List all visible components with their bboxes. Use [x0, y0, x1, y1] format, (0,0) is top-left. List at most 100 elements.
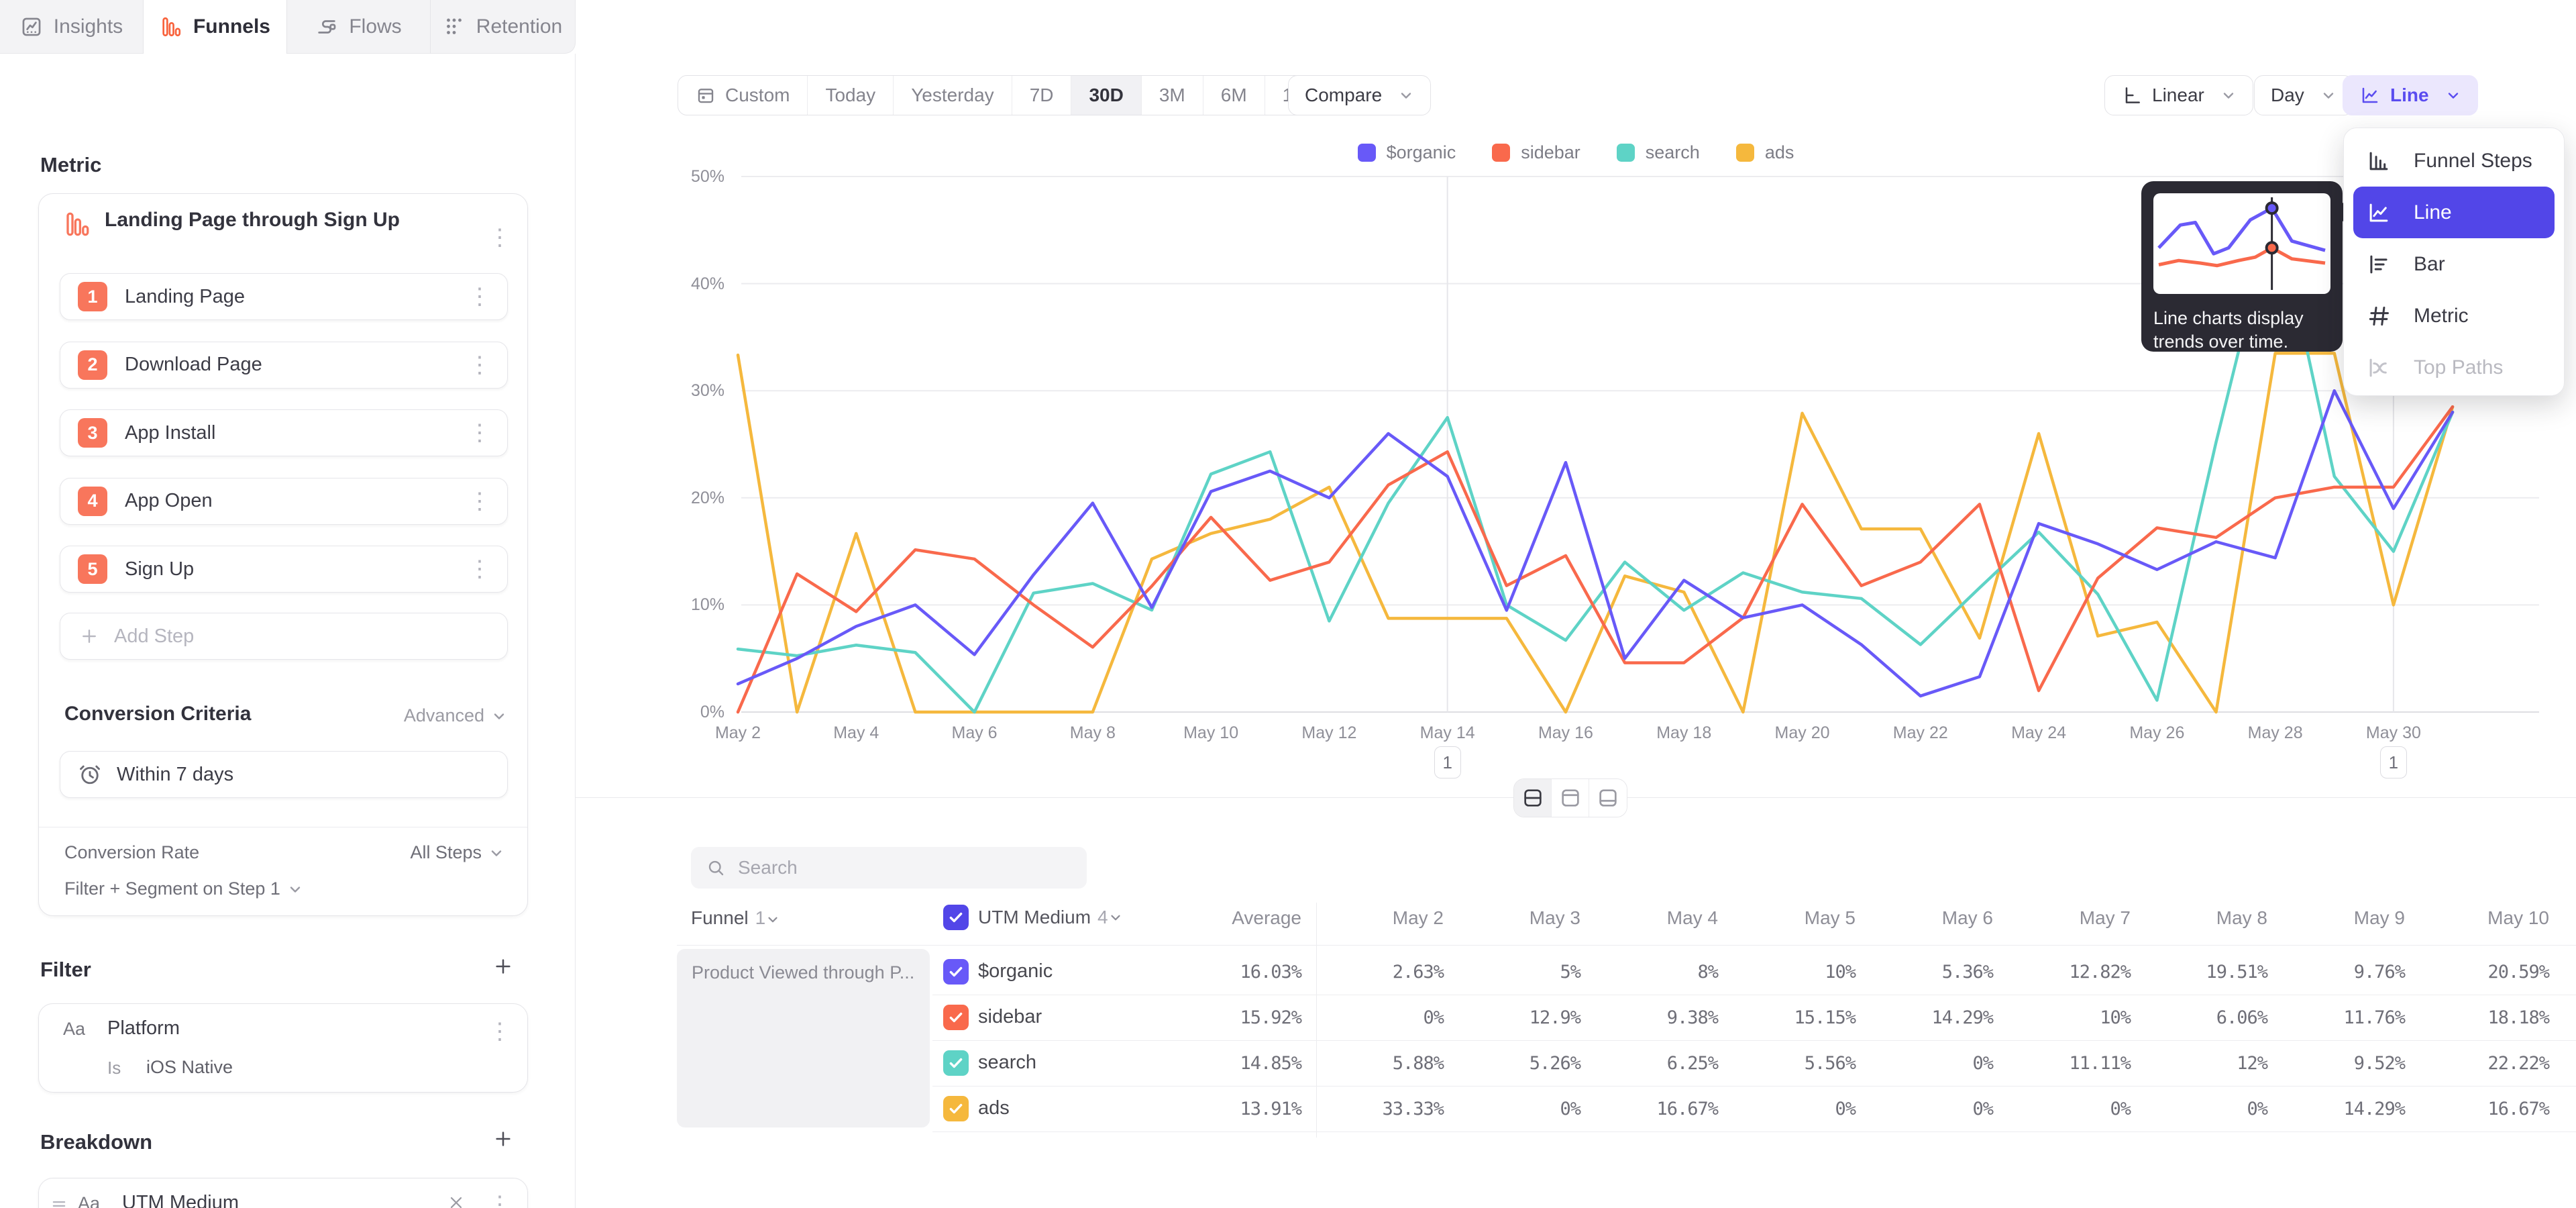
compare-button[interactable]: Compare	[1288, 75, 1431, 115]
funnel-step-5[interactable]: 5Sign Up⋮	[60, 546, 508, 593]
table-row-sidebar: sidebar15.92%0%12.9%9.38%15.15%14.29%10%…	[0, 995, 2576, 1040]
menu-item-funnel-steps[interactable]: Funnel Steps	[2344, 135, 2564, 187]
annotation-badge[interactable]: 1	[2380, 746, 2407, 778]
step-kebab-menu[interactable]: ⋮	[468, 285, 491, 308]
row-checkbox[interactable]	[943, 1096, 969, 1121]
row-checkbox[interactable]	[943, 959, 969, 985]
x-tick-label: May 16	[1515, 723, 1616, 743]
cell-value: 5.56%	[1708, 1053, 1856, 1074]
tab-insights[interactable]: Insights	[0, 0, 144, 54]
cell-value: 10%	[1983, 1007, 2131, 1028]
cell-value: 9.76%	[2257, 962, 2405, 983]
metric-section-heading: Metric	[40, 153, 101, 177]
remove-breakdown-icon[interactable]	[447, 1193, 466, 1208]
filter-segment-label: Filter + Segment on Step 1	[64, 878, 280, 899]
tab-retention[interactable]: Retention	[431, 0, 574, 54]
close-icon	[447, 1193, 466, 1208]
cell-value: 9.52%	[2257, 1053, 2405, 1074]
menu-item-line[interactable]: Line	[2353, 187, 2555, 238]
breakdown-kebab-menu[interactable]: ⋮	[488, 1193, 511, 1208]
range-6m[interactable]: 6M	[1203, 76, 1265, 115]
step-kebab-menu[interactable]: ⋮	[468, 354, 491, 376]
range-label: Yesterday	[911, 85, 994, 106]
legend-label: $organic	[1387, 142, 1456, 163]
y-tick-label: 40%	[664, 272, 724, 296]
x-tick-label: May 20	[1752, 723, 1853, 743]
column-header-average: Average	[1154, 907, 1301, 929]
chart-type-menu: Funnel StepsLineBarMetricTop Paths	[2343, 128, 2565, 396]
bottom-view-button[interactable]	[1589, 779, 1627, 817]
funnel-step-2[interactable]: 2Download Page⋮	[60, 342, 508, 389]
split-view-button[interactable]	[1514, 779, 1552, 817]
tab-funnels[interactable]: Funnels	[144, 0, 287, 54]
linear-scale-icon	[2121, 85, 2143, 106]
legend-item-sidebar[interactable]: sidebar	[1492, 142, 1580, 163]
tab-flows[interactable]: Flows	[287, 0, 431, 54]
breakdown-count: 4	[1097, 907, 1108, 928]
funnel-column-header[interactable]: Funnel1	[691, 907, 780, 929]
top-paths-icon	[2366, 355, 2392, 381]
range-custom[interactable]: Custom	[678, 76, 808, 115]
breakdown-column-header[interactable]: UTM Medium 4	[943, 905, 1123, 930]
conversion-rate-label: Conversion Rate	[64, 842, 199, 863]
legend-item-ads[interactable]: ads	[1736, 142, 1794, 163]
funnels-icon	[63, 210, 91, 238]
add-step-label: Add Step	[114, 625, 194, 648]
funnel-step-3[interactable]: 3App Install⋮	[60, 409, 508, 456]
range-30d[interactable]: 30D	[1071, 76, 1141, 115]
filter-segment-dropdown[interactable]: Filter + Segment on Step 1	[64, 878, 303, 899]
bar-chart-icon	[2366, 252, 2392, 277]
cell-value: 5.26%	[1433, 1053, 1580, 1074]
annotation-badge[interactable]: 1	[1434, 746, 1461, 778]
x-tick-label: May 2	[688, 723, 788, 743]
row-checkbox[interactable]	[943, 1005, 969, 1030]
column-header-may4: May 4	[1570, 907, 1718, 929]
metric-kebab-menu[interactable]: ⋮	[488, 226, 511, 249]
chart-type-label: Line	[2390, 85, 2429, 106]
legend-item-organic[interactable]: $organic	[1358, 142, 1456, 163]
range-yesterday[interactable]: Yesterday	[894, 76, 1012, 115]
table-row-search: search14.85%5.88%5.26%6.25%5.56%0%11.11%…	[0, 1040, 2576, 1086]
funnel-step-1[interactable]: 1Landing Page⋮	[60, 273, 508, 320]
menu-item-metric[interactable]: Metric	[2344, 290, 2564, 342]
breakdown-card[interactable]: Aa UTM Medium ⋮	[38, 1178, 528, 1208]
advanced-toggle[interactable]: Advanced	[404, 705, 507, 726]
chart-type-dropdown[interactable]: Line	[2343, 75, 2478, 115]
legend-label: search	[1646, 142, 1700, 163]
cell-value: 2.63%	[1296, 962, 1444, 983]
drag-handle-icon[interactable]	[50, 1195, 68, 1208]
legend-item-search[interactable]: search	[1617, 142, 1700, 163]
cell-value: 0%	[1845, 1099, 1993, 1119]
range-label: 7D	[1030, 85, 1054, 106]
menu-item-bar[interactable]: Bar	[2344, 238, 2564, 290]
add-step-button[interactable]: Add Step	[60, 613, 508, 660]
interval-dropdown[interactable]: Day	[2254, 75, 2353, 115]
select-all-checkbox[interactable]	[943, 905, 969, 930]
search-input[interactable]	[738, 857, 1072, 878]
step-kebab-menu[interactable]: ⋮	[468, 421, 491, 444]
range-today[interactable]: Today	[808, 76, 894, 115]
top-view-button[interactable]	[1552, 779, 1589, 817]
breakdown-header-label: UTM Medium	[978, 907, 1091, 928]
column-header-may3: May 3	[1433, 907, 1580, 929]
row-checkbox[interactable]	[943, 1050, 969, 1076]
step-kebab-menu[interactable]: ⋮	[468, 490, 491, 513]
range-7d[interactable]: 7D	[1012, 76, 1072, 115]
conversion-window-button[interactable]: Within 7 days	[60, 751, 508, 798]
drag-handle-icon	[50, 1195, 68, 1208]
scale-dropdown[interactable]: Linear	[2104, 75, 2253, 115]
range-label: 30D	[1089, 85, 1123, 106]
menu-item-label: Line	[2414, 201, 2452, 224]
line-chart-icon	[2366, 200, 2392, 225]
all-steps-dropdown[interactable]: All Steps	[410, 842, 504, 863]
range-3m[interactable]: 3M	[1142, 76, 1203, 115]
line-chart-preview	[2153, 193, 2330, 294]
step-kebab-menu[interactable]: ⋮	[468, 558, 491, 581]
funnel-steps-icon	[2366, 148, 2392, 174]
step-number-badge: 4	[78, 487, 107, 516]
x-tick-label: May 10	[1161, 723, 1261, 743]
funnel-step-4[interactable]: 4App Open⋮	[60, 478, 508, 525]
step-number-badge: 1	[78, 282, 107, 311]
cell-value: 11.11%	[1983, 1053, 2131, 1074]
cell-value: 13.91%	[1154, 1099, 1301, 1119]
